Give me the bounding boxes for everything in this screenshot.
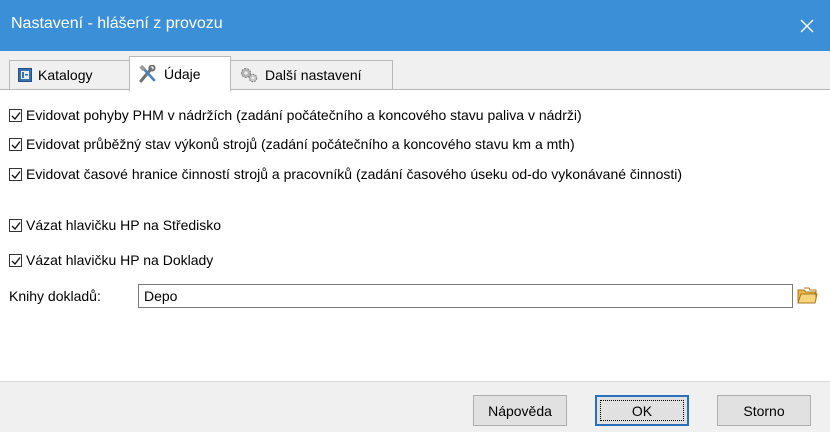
option-label: Evidovat průběžný stav výkonů strojů (za… xyxy=(26,136,575,152)
help-button[interactable]: Nápověda xyxy=(473,395,567,426)
checkmark-icon xyxy=(11,111,21,120)
option-evidovat-casove-hranice[interactable]: Evidovat časové hranice činností strojů … xyxy=(9,166,682,182)
checkmark-icon xyxy=(11,140,21,149)
cancel-button[interactable]: Storno xyxy=(717,395,811,426)
checkmark-icon xyxy=(11,221,21,230)
tab-label: Další nastavení xyxy=(265,67,362,83)
button-bar: Nápověda OK Storno xyxy=(0,381,830,432)
close-icon xyxy=(800,19,814,32)
folder-icon xyxy=(797,287,818,304)
tools-icon xyxy=(138,65,158,83)
option-label: Evidovat pohyby PHM v nádržích (zadání p… xyxy=(26,107,582,123)
option-label: Evidovat časové hranice činností strojů … xyxy=(26,166,683,182)
checkmark-icon xyxy=(11,170,21,179)
help-button-label: Nápověda xyxy=(488,402,552,419)
option-vazat-na-doklady[interactable]: Vázat hlavičku HP na Doklady xyxy=(9,252,213,268)
checkbox[interactable] xyxy=(9,108,22,122)
tab-dalsi-nastaveni[interactable]: Další nastavení xyxy=(230,60,393,89)
option-label: Vázat hlavičku HP na Středisko xyxy=(26,217,222,233)
option-label: Vázat hlavičku HP na Doklady xyxy=(26,252,214,268)
option-vazat-na-stredisko[interactable]: Vázat hlavičku HP na Středisko xyxy=(9,217,221,233)
checkbox[interactable] xyxy=(9,137,22,151)
books-label: Knihy dokladů: xyxy=(9,288,101,304)
tab-label: Katalogy xyxy=(38,67,93,83)
option-evidovat-stav-vykonu[interactable]: Evidovat průběžný stav výkonů strojů (za… xyxy=(9,136,575,152)
tab-katalogy[interactable]: Katalogy xyxy=(9,60,130,89)
tab-udaje[interactable]: Údaje xyxy=(129,56,231,91)
checkbox[interactable] xyxy=(9,218,22,232)
window-title: Nastavení - hlášení z provozu xyxy=(11,15,223,32)
checkmark-icon xyxy=(11,256,21,265)
tab-panel-udaje: Evidovat pohyby PHM v nádržích (zadání p… xyxy=(0,90,830,381)
checkbox[interactable] xyxy=(9,167,22,181)
ok-button-label: OK xyxy=(631,402,653,419)
catalog-icon xyxy=(18,68,32,82)
title-bar: Nastavení - hlášení z provozu xyxy=(0,0,830,51)
tab-label: Údaje xyxy=(164,66,201,82)
ok-button[interactable]: OK xyxy=(595,395,689,426)
books-browse-button[interactable] xyxy=(796,285,819,307)
checkbox[interactable] xyxy=(9,253,22,267)
gears-icon xyxy=(239,67,259,83)
option-evidovat-pohyby-phm[interactable]: Evidovat pohyby PHM v nádržích (zadání p… xyxy=(9,107,582,123)
close-button[interactable] xyxy=(784,0,830,51)
books-input[interactable] xyxy=(138,284,793,308)
cancel-button-label: Storno xyxy=(743,402,785,419)
